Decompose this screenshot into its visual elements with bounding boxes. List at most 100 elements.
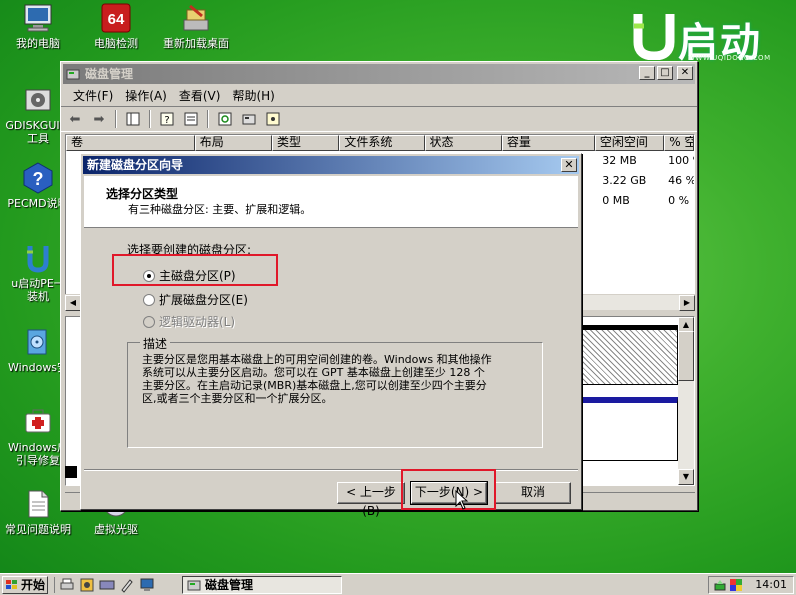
dialog-close-button[interactable]: ✕	[561, 158, 577, 172]
radio-logical-drive: 逻辑驱动器(L)	[143, 313, 235, 330]
help-icon[interactable]: ?	[157, 109, 177, 129]
col-type[interactable]: 类型	[272, 135, 340, 151]
menu-help[interactable]: 帮助(H)	[226, 86, 280, 106]
col-filesystem[interactable]: 文件系统	[339, 135, 425, 151]
radio-button[interactable]	[143, 293, 155, 306]
mouse-cursor-icon	[455, 490, 469, 510]
col-free-space[interactable]: 空闲空间	[594, 135, 665, 151]
show-tree-icon[interactable]	[123, 109, 143, 129]
menu-view[interactable]: 查看(V)	[173, 86, 227, 106]
legend-swatch	[65, 466, 77, 478]
radio-label: 逻辑驱动器(L)	[159, 315, 236, 329]
partition-block[interactable]	[582, 397, 678, 461]
radio-button	[143, 315, 155, 328]
close-button[interactable]: ✕	[677, 66, 693, 80]
description-group: 描述 主要分区是您用基本磁盘上的可用空间创建的卷。Windows 和其他操作 系…	[127, 335, 543, 448]
safely-remove-icon[interactable]	[713, 578, 727, 592]
minimize-button[interactable]: _	[639, 66, 655, 80]
table-header: 卷 布局 类型 文件系统 状态 容量 空闲空间 % 空	[66, 135, 694, 151]
scroll-down-icon[interactable]: ▼	[678, 469, 694, 485]
menu-file[interactable]: 文件(F)	[67, 86, 119, 106]
edit-icon[interactable]	[119, 577, 135, 593]
logo-url: WWW.UQIDONG.COM	[688, 54, 771, 62]
desktop-icon-label: 重新加载桌面	[163, 37, 229, 50]
computer-icon	[22, 2, 54, 34]
col-percent-free[interactable]: % 空	[664, 135, 694, 151]
new-partition-wizard-dialog[interactable]: 新建磁盘分区向导 ✕ 选择分区类型 有三种磁盘分区: 主要、扩展和逻辑。 选择要…	[80, 153, 582, 518]
desktop-icon-reload-desktop[interactable]: 重新加载桌面	[158, 2, 234, 50]
clock: 14:01	[755, 578, 787, 591]
disk-management-icon	[187, 580, 201, 591]
radio-extended-partition[interactable]: 扩展磁盘分区(E)	[143, 291, 248, 308]
partition-block[interactable]	[582, 325, 678, 385]
divider	[84, 469, 578, 471]
settings-icon[interactable]	[79, 577, 95, 593]
disk-management-icon	[66, 69, 80, 80]
dialog-subheading: 有三种磁盘分区: 主要、扩展和逻辑。	[128, 203, 312, 216]
cell-pct: 100 %	[668, 154, 694, 167]
network-icon[interactable]	[99, 577, 115, 593]
back-button[interactable]: < 上一步(B)	[337, 482, 405, 518]
cell-pct: 0 %	[668, 194, 690, 207]
task-label: 磁盘管理	[205, 578, 254, 592]
windows-logo-icon	[6, 579, 17, 589]
quick-launch	[54, 576, 155, 593]
rescan-disks-icon[interactable]	[239, 109, 259, 129]
dialog-titlebar[interactable]: 新建磁盘分区向导 ✕	[83, 156, 579, 174]
toolbar: ⬅ ➡ ?	[61, 106, 697, 132]
scroll-thumb[interactable]	[678, 331, 694, 381]
display-icon[interactable]	[729, 578, 743, 592]
cell-pct: 46 %	[668, 174, 694, 187]
col-layout[interactable]: 布局	[194, 135, 272, 151]
cell-free: 32 MB	[602, 154, 637, 167]
svg-text:?: ?	[164, 115, 169, 126]
refresh-icon[interactable]	[215, 109, 235, 129]
description-label: 描述	[140, 335, 171, 352]
properties-icon[interactable]	[181, 109, 201, 129]
document-icon	[22, 488, 54, 520]
window-title: 磁盘管理	[85, 67, 134, 81]
cell-free: 3.22 GB	[602, 174, 647, 187]
start-button[interactable]: 开始	[2, 575, 48, 594]
radio-label: 扩展磁盘分区(E)	[159, 293, 248, 307]
vertical-scrollbar[interactable]: ▲ ▼	[678, 317, 694, 485]
u-install-icon	[22, 242, 54, 274]
cell-free: 0 MB	[602, 194, 630, 207]
maximize-button[interactable]: □	[657, 66, 673, 80]
boot-repair-icon	[22, 406, 54, 438]
dialog-title: 新建磁盘分区向导	[87, 158, 184, 172]
scroll-left-icon[interactable]: ◀	[65, 295, 81, 311]
description-text: 主要分区是您用基本磁盘上的可用空间创建的卷。Windows 和其他操作 系统可以…	[142, 353, 492, 405]
start-label: 开始	[21, 577, 46, 592]
taskbar-item-disk-management[interactable]: 磁盘管理	[182, 576, 342, 594]
scroll-right-icon[interactable]: ▶	[679, 295, 695, 311]
back-arrow-icon[interactable]: ⬅	[65, 109, 85, 129]
highlight-next-button	[401, 469, 496, 510]
reload-desktop-icon	[180, 2, 212, 34]
svg-text:64: 64	[108, 11, 125, 28]
menu-action[interactable]: 操作(A)	[119, 86, 173, 106]
64-icon: 64	[100, 2, 132, 34]
col-volume[interactable]: 卷	[66, 135, 195, 151]
desktop-icon-label: 电脑检测	[94, 37, 138, 50]
desktop-icon[interactable]	[139, 577, 155, 593]
dialog-heading: 选择分区类型	[106, 187, 179, 201]
settings-icon[interactable]	[263, 109, 283, 129]
window-titlebar[interactable]: 磁盘管理 _ □ ✕	[63, 64, 695, 84]
cancel-button[interactable]: 取消	[495, 482, 571, 504]
dialog-header: 选择分区类型 有三种磁盘分区: 主要、扩展和逻辑。	[84, 176, 578, 228]
desktop-icon-label: 虚拟光驱	[94, 523, 138, 536]
desktop-icon-pc-check[interactable]: 64 电脑检测	[78, 2, 154, 50]
diskgui-icon	[22, 84, 54, 116]
desktop-icon-label: 我的电脑	[16, 37, 60, 50]
printer-icon[interactable]	[59, 577, 75, 593]
col-status[interactable]: 状态	[424, 135, 502, 151]
forward-arrow-icon[interactable]: ➡	[89, 109, 109, 129]
system-tray: 14:01	[708, 576, 794, 594]
col-capacity[interactable]: 容量	[501, 135, 595, 151]
help-icon: ?	[22, 162, 54, 194]
windows-setup-icon	[22, 326, 54, 358]
svg-text:?: ?	[33, 169, 44, 189]
taskbar: 开始 磁盘管理 14:01	[0, 573, 796, 595]
desktop-icon-my-computer[interactable]: 我的电脑	[0, 2, 76, 50]
